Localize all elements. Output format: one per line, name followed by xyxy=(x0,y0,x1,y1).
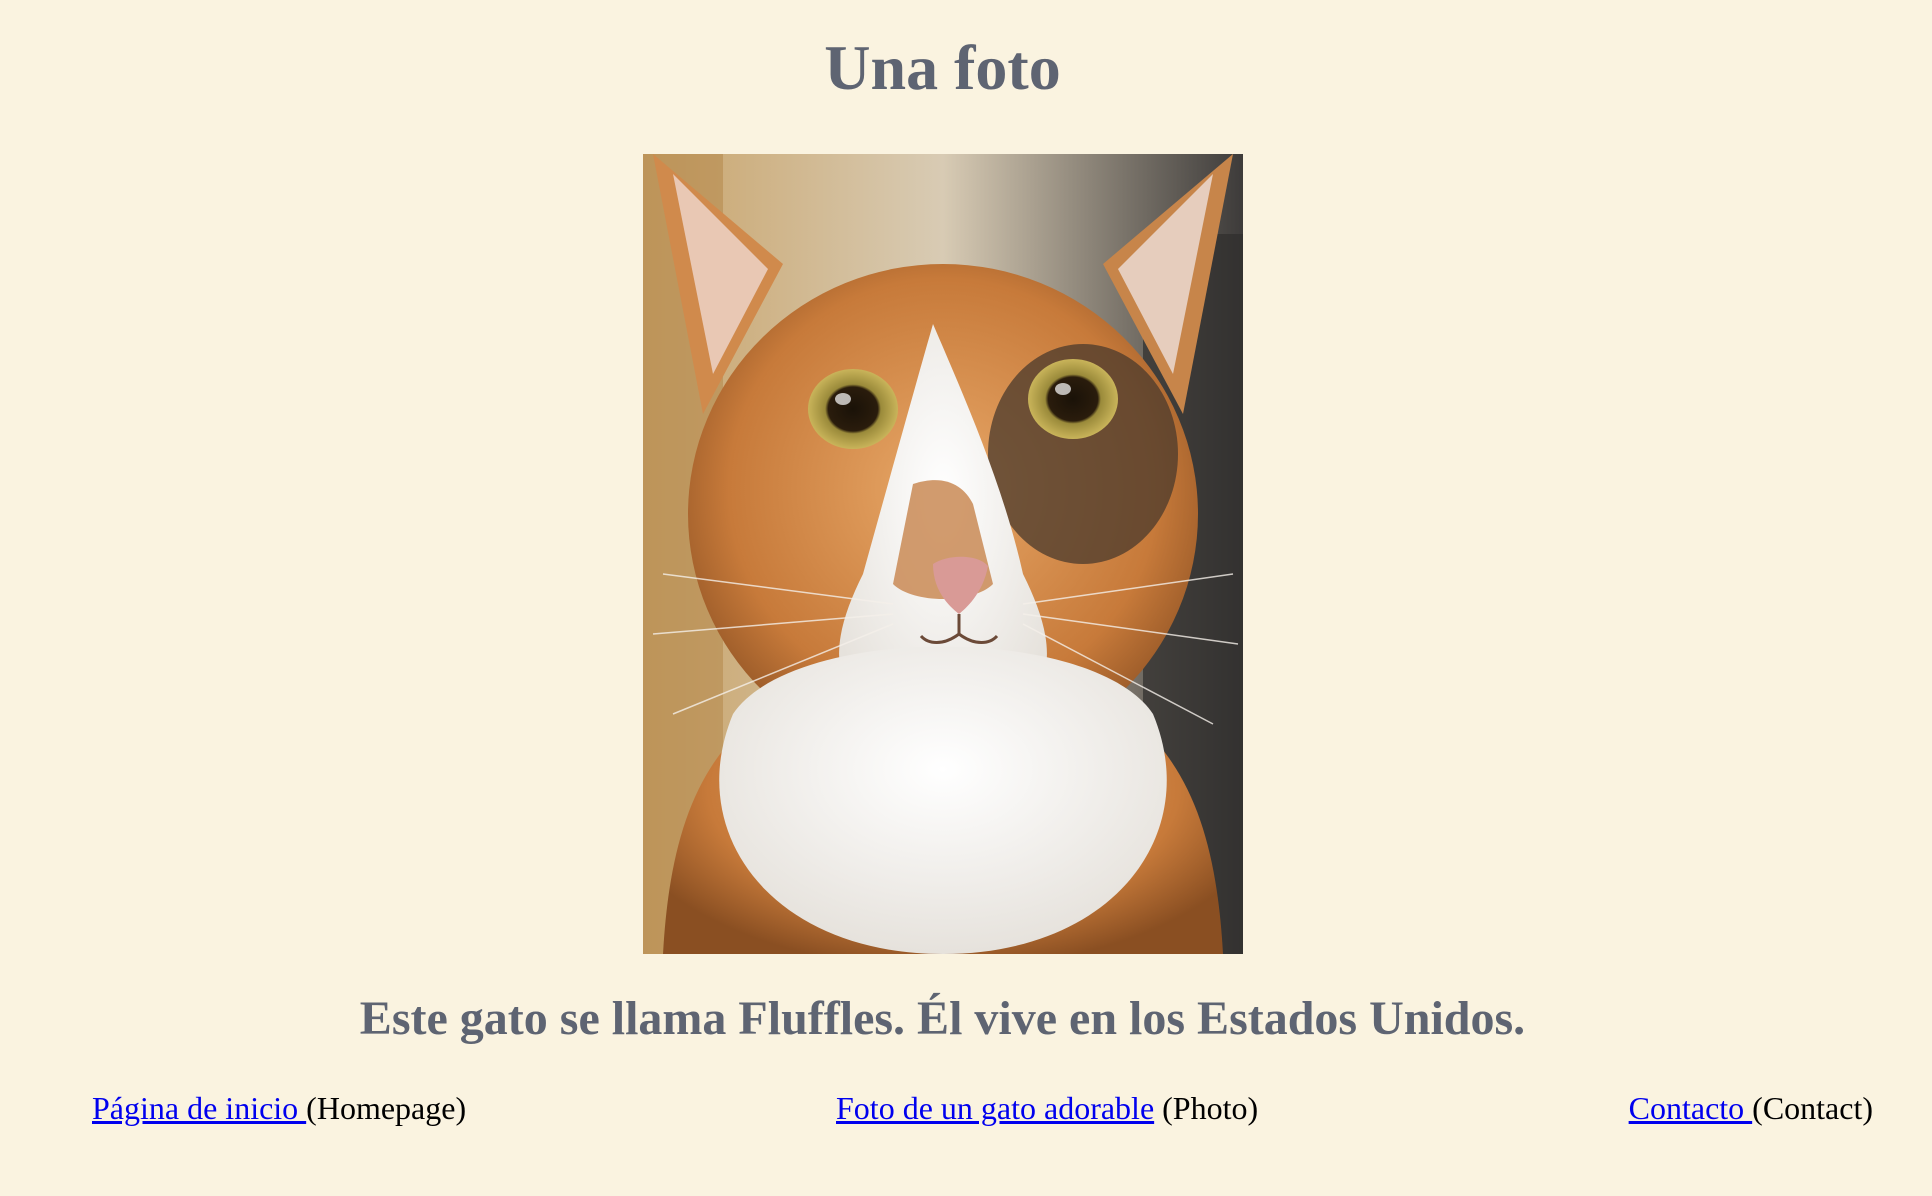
homepage-note: (Homepage) xyxy=(306,1090,467,1126)
contact-link[interactable]: Contacto xyxy=(1629,1090,1753,1126)
page-title: Una foto xyxy=(824,32,1061,103)
photo-link[interactable]: Foto de un gato adorable xyxy=(836,1090,1154,1126)
photo-note: (Photo) xyxy=(1154,1090,1259,1126)
nav-item-photo: Foto de un gato adorable (Photo) xyxy=(836,1086,1258,1130)
cat-image xyxy=(643,154,1243,954)
nav-item-contact: Contacto (Contact) xyxy=(1629,1086,1873,1130)
footer-nav: Página de inicio (Homepage) Foto de un g… xyxy=(92,1086,1873,1130)
homepage-link[interactable]: Página de inicio xyxy=(92,1090,306,1126)
nav-item-home: Página de inicio (Homepage) xyxy=(92,1086,466,1130)
photo-caption: Este gato se llama Fluffles. Él vive en … xyxy=(359,992,1526,1045)
contact-note: (Contact) xyxy=(1752,1090,1873,1126)
cat-photo xyxy=(643,154,1243,954)
